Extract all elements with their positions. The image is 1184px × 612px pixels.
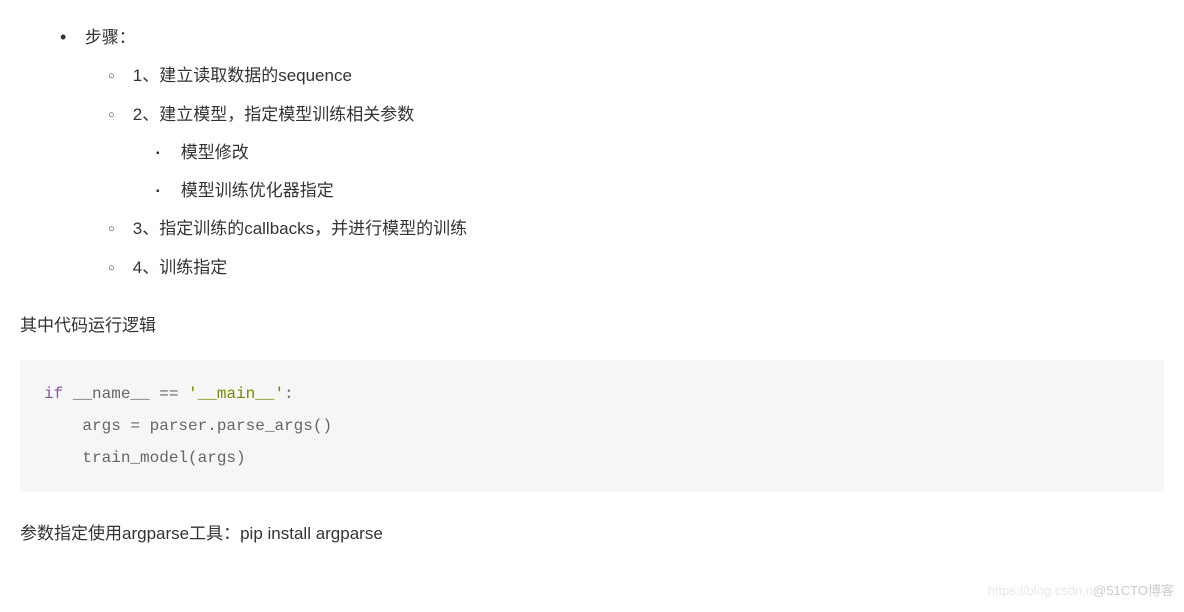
step-item-1-label: 1、建立读取数据的sequence (133, 66, 352, 85)
steps-list: 步骤： 1、建立读取数据的sequence 2、建立模型，指定模型训练相关参数 … (20, 20, 1164, 284)
steps-items: 1、建立读取数据的sequence 2、建立模型，指定模型训练相关参数 模型修改… (80, 60, 1164, 284)
watermark-text: @51CTO博客 (1093, 583, 1174, 598)
paragraph-code-logic: 其中代码运行逻辑 (20, 310, 1164, 342)
step-item-2-label: 2、建立模型，指定模型训练相关参数 (133, 105, 414, 124)
code-colon: : (284, 385, 294, 403)
step-item-4-label: 4、训练指定 (133, 258, 227, 277)
step-item-2-sub-1-label: 模型修改 (181, 143, 249, 162)
step-item-3: 3、指定训练的callbacks，并进行模型的训练 (128, 213, 1164, 245)
step-item-2-sublist: 模型修改 模型训练优化器指定 (128, 137, 1164, 208)
step-item-2-sub-2-label: 模型训练优化器指定 (181, 181, 334, 200)
code-string-main: '__main__' (188, 385, 284, 403)
steps-title: 步骤： 1、建立读取数据的sequence 2、建立模型，指定模型训练相关参数 … (80, 20, 1164, 284)
watermark-faint: https://blog.csdn.n (988, 583, 1094, 598)
step-item-4: 4、训练指定 (128, 252, 1164, 284)
steps-title-text: 步骤： (85, 28, 136, 47)
code-line-3: train_model(args) (44, 449, 246, 467)
step-item-2-sub-1: 模型修改 (176, 137, 1164, 169)
step-item-2-sub-2: 模型训练优化器指定 (176, 175, 1164, 207)
code-keyword-if: if (44, 385, 63, 403)
paragraph-argparse: 参数指定使用argparse工具：pip install argparse (20, 518, 1164, 550)
step-item-3-label: 3、指定训练的callbacks，并进行模型的训练 (133, 219, 467, 238)
code-eq: == (159, 385, 188, 403)
watermark: https://blog.csdn.n@51CTO博客 (988, 579, 1174, 604)
code-line-2: args = parser.parse_args() (44, 417, 332, 435)
step-item-1: 1、建立读取数据的sequence (128, 60, 1164, 92)
code-block: if __name__ == '__main__': args = parser… (20, 360, 1164, 492)
step-item-2: 2、建立模型，指定模型训练相关参数 模型修改 模型训练优化器指定 (128, 99, 1164, 208)
code-ident-name: __name__ (63, 385, 159, 403)
